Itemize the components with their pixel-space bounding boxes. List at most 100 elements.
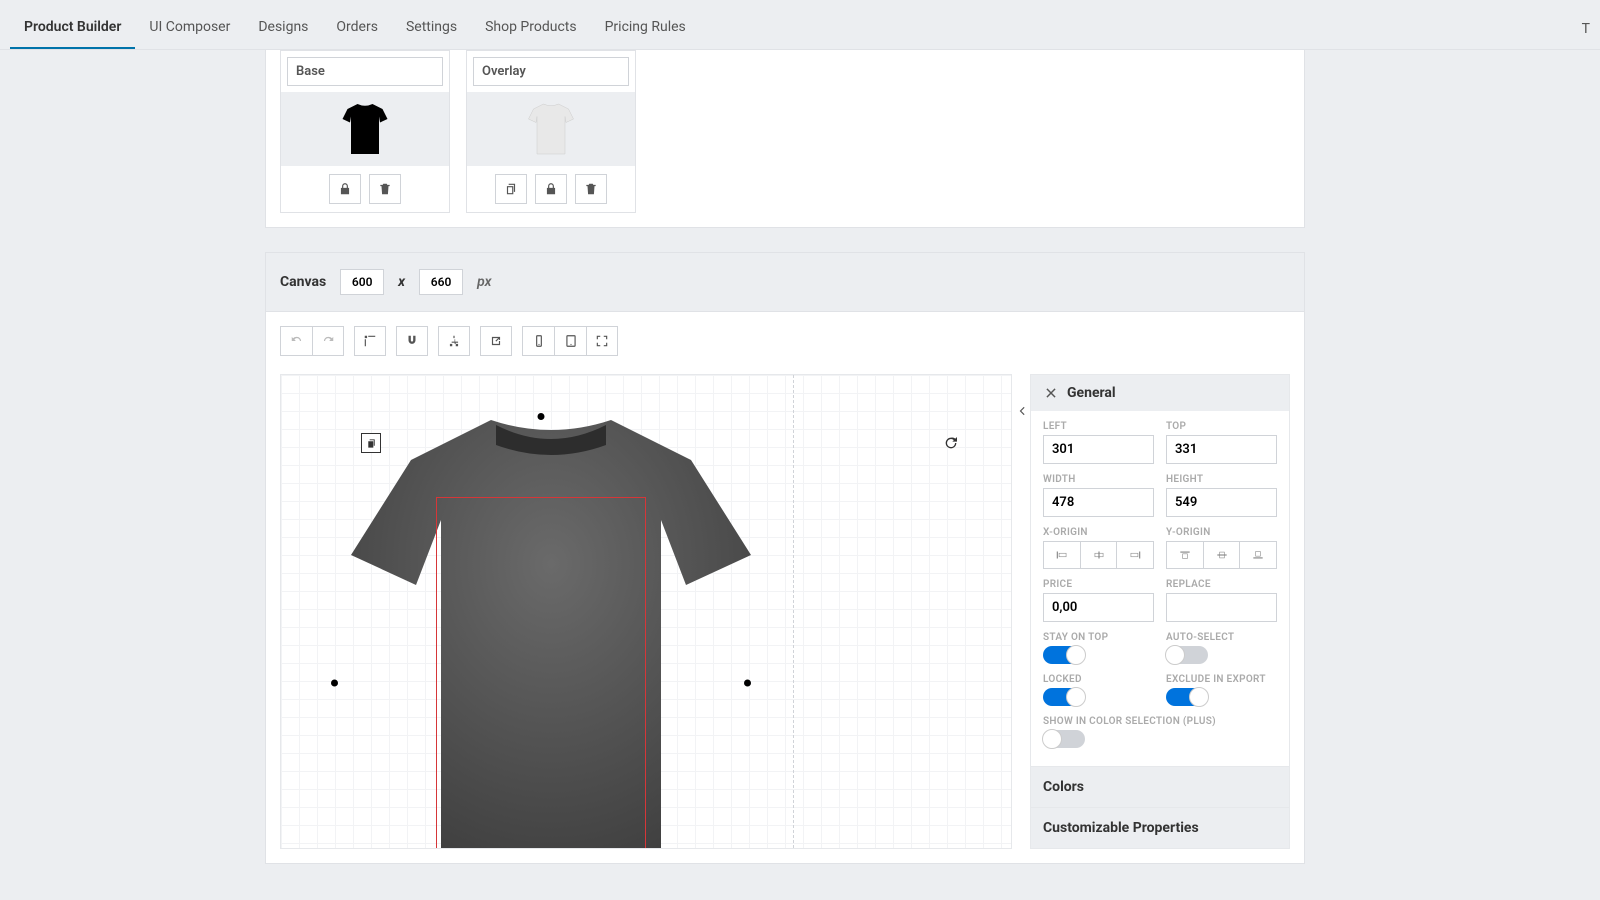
- canvas-x-label: x: [398, 274, 405, 290]
- accordion-customizable[interactable]: Customizable Properties: [1031, 807, 1289, 848]
- height-input[interactable]: [1166, 488, 1277, 517]
- tab-orders[interactable]: Orders: [322, 5, 392, 49]
- main: Canvas x px: [265, 50, 1305, 864]
- hierarchy-button[interactable]: [438, 326, 470, 356]
- snap-button[interactable]: [396, 326, 428, 356]
- tablet-preview-button[interactable]: [554, 326, 586, 356]
- fullscreen-icon: [595, 334, 609, 348]
- layer-card-overlay: [466, 50, 636, 213]
- export-button[interactable]: [480, 326, 512, 356]
- lock-button[interactable]: [329, 174, 361, 204]
- undo-icon: [290, 334, 304, 348]
- duplicate-icon: [504, 182, 518, 196]
- rotate-icon: [943, 435, 959, 451]
- right-indicator: T: [1568, 7, 1590, 49]
- tshirt-icon: [526, 100, 576, 158]
- duplicate-button[interactable]: [495, 174, 527, 204]
- lock-icon: [544, 182, 558, 196]
- yorigin-group: [1166, 541, 1277, 569]
- redo-icon: [321, 334, 335, 348]
- props-header: General: [1031, 375, 1289, 411]
- tab-product-builder[interactable]: Product Builder: [10, 5, 135, 49]
- mobile-preview-button[interactable]: [522, 326, 554, 356]
- tshirt-icon: [340, 100, 390, 158]
- canvas-header: Canvas x px: [265, 252, 1305, 312]
- export-icon: [489, 334, 503, 348]
- align-middle-icon: [1215, 549, 1229, 561]
- tab-designs[interactable]: Designs: [244, 5, 322, 49]
- xorigin-left[interactable]: [1044, 542, 1081, 568]
- left-input[interactable]: [1043, 435, 1154, 464]
- canvas-stage[interactable]: [280, 374, 1012, 849]
- tab-shop-products[interactable]: Shop Products: [471, 5, 591, 49]
- print-area-box[interactable]: [436, 497, 646, 849]
- close-panel-button[interactable]: [1043, 385, 1059, 401]
- fullscreen-button[interactable]: [586, 326, 618, 356]
- workarea: General Left Top: [280, 374, 1290, 849]
- xorigin-right[interactable]: [1117, 542, 1153, 568]
- props-title: General: [1067, 385, 1116, 401]
- layer-thumb: [281, 92, 449, 166]
- tab-pricing-rules[interactable]: Pricing Rules: [591, 5, 700, 49]
- canvas-width-input[interactable]: [340, 269, 384, 295]
- mobile-icon: [532, 334, 546, 348]
- layer-actions: [467, 166, 635, 212]
- chevron-left-icon: [1015, 404, 1029, 418]
- colorsel-label: Show in color selection (Plus): [1043, 716, 1277, 727]
- trash-icon: [378, 182, 392, 196]
- exclude-label: Exclude in export: [1166, 674, 1277, 685]
- ruler-button[interactable]: [354, 326, 386, 356]
- top-label: Top: [1166, 421, 1277, 432]
- tab-settings[interactable]: Settings: [392, 5, 471, 49]
- hierarchy-icon: [447, 334, 461, 348]
- xorigin-center[interactable]: [1081, 542, 1118, 568]
- replace-label: Replace: [1166, 579, 1277, 590]
- replace-input[interactable]: [1166, 593, 1277, 622]
- yorigin-middle[interactable]: [1204, 542, 1241, 568]
- exclude-toggle[interactable]: [1166, 688, 1208, 706]
- layer-thumb: [467, 92, 635, 166]
- lock-icon: [338, 182, 352, 196]
- stay-toggle[interactable]: [1043, 646, 1085, 664]
- align-bottom-icon: [1251, 549, 1265, 561]
- layer-title-input[interactable]: [287, 57, 443, 86]
- auto-toggle[interactable]: [1166, 646, 1208, 664]
- stage-divider: [793, 375, 794, 848]
- canvas-toolbar: [280, 326, 1290, 356]
- colorsel-toggle[interactable]: [1043, 730, 1085, 748]
- align-right-icon: [1128, 549, 1142, 561]
- top-input[interactable]: [1166, 435, 1277, 464]
- width-label: Width: [1043, 474, 1154, 485]
- yorigin-top[interactable]: [1167, 542, 1204, 568]
- delete-button[interactable]: [575, 174, 607, 204]
- undo-button[interactable]: [280, 326, 312, 356]
- xorigin-label: X-Origin: [1043, 527, 1154, 538]
- props-body: Left Top Width: [1031, 411, 1289, 766]
- canvas-body: General Left Top: [265, 312, 1305, 864]
- collapse-panel-button[interactable]: [1014, 403, 1030, 419]
- delete-button[interactable]: [369, 174, 401, 204]
- redo-button[interactable]: [312, 326, 344, 356]
- tab-ui-composer[interactable]: UI Composer: [135, 5, 244, 49]
- magnet-icon: [405, 334, 419, 348]
- accordion-colors[interactable]: Colors: [1031, 766, 1289, 807]
- canvas-unit: px: [477, 274, 491, 290]
- width-input[interactable]: [1043, 488, 1154, 517]
- price-input[interactable]: [1043, 593, 1154, 622]
- layers-panel: [265, 50, 1305, 228]
- selection-handle-left[interactable]: [331, 680, 338, 687]
- align-left-icon: [1055, 549, 1069, 561]
- selection-rotate-button[interactable]: [941, 433, 961, 453]
- close-icon: [1044, 386, 1058, 400]
- yorigin-bottom[interactable]: [1240, 542, 1276, 568]
- layer-title-input[interactable]: [473, 57, 629, 86]
- align-center-icon: [1092, 549, 1106, 561]
- locked-toggle[interactable]: [1043, 688, 1085, 706]
- trash-icon: [584, 182, 598, 196]
- yorigin-label: Y-Origin: [1166, 527, 1277, 538]
- lock-button[interactable]: [535, 174, 567, 204]
- canvas-height-input[interactable]: [419, 269, 463, 295]
- layer-actions: [281, 166, 449, 212]
- stay-label: Stay on top: [1043, 632, 1154, 643]
- left-label: Left: [1043, 421, 1154, 432]
